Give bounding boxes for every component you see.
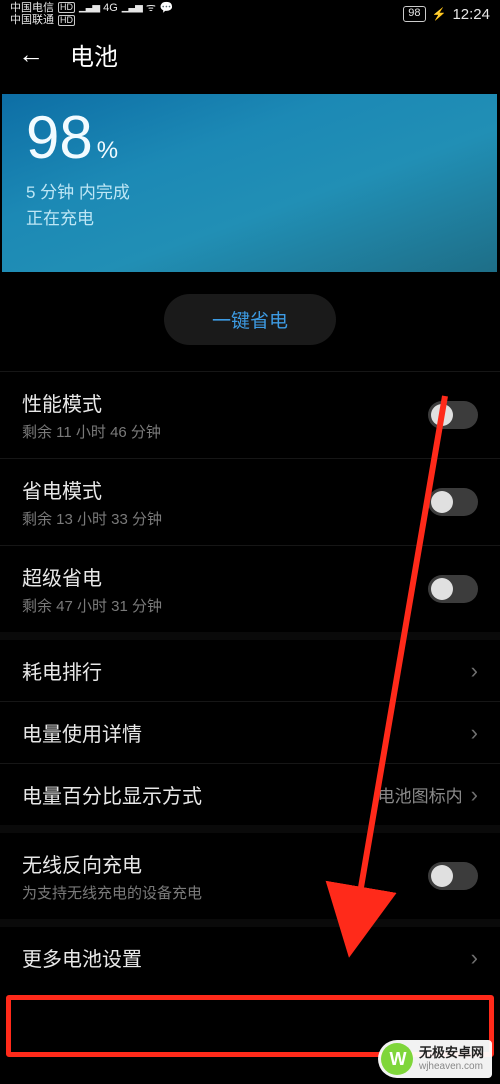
performance-mode-toggle[interactable] [428,401,478,429]
carrier-2: 中国联通 [10,14,54,26]
status-bar: 中国电信 HD ▁▃▅ 4G ▁▃▅ ᯤ 💬 中国联通 HD 98 ⚡ 12:2… [0,0,500,26]
usage-detail-label: 电量使用详情 [22,718,142,747]
hd-badge-2: HD [58,15,75,26]
watermark-brand: 无极安卓网 [419,1046,484,1060]
watermark-logo-icon: W [381,1043,413,1075]
row-saver-mode[interactable]: 省电模式 剩余 13 小时 33 分钟 [0,458,500,545]
row-percent-display[interactable]: 电量百分比显示方式 电池图标内 › [0,763,500,825]
status-right: 98 ⚡ 12:24 [403,6,490,23]
wifi-icon: ᯤ [146,2,156,14]
saver-mode-toggle[interactable] [428,488,478,516]
clock: 12:24 [452,6,490,23]
charging-icon: ⚡ [432,7,447,21]
onekey-powersave-button[interactable]: 一键省电 [164,294,336,345]
more-settings-label: 更多电池设置 [22,943,142,972]
saver-mode-label: 省电模式 [22,475,162,504]
signal-icon-2: ▁▃▅ [122,2,142,13]
chevron-right-icon: › [471,720,478,746]
battery-percent: 98 [408,7,420,20]
row-more-battery-settings[interactable]: 更多电池设置 › [0,919,500,988]
battery-summary-card: 98 % 5 分钟 内完成 正在充电 [2,94,497,272]
page-header: ← 电池 [0,26,500,82]
percent-display-value: 电池图标内 [378,782,463,807]
row-performance-mode[interactable]: 性能模式 剩余 11 小时 46 分钟 [0,371,500,458]
charge-status: 正在充电 [26,204,473,229]
carrier-1: 中国电信 [10,2,54,14]
row-wireless-reverse-charge[interactable]: 无线反向充电 为支持无线充电的设备充电 [0,825,500,919]
charge-eta: 5 分钟 内完成 [26,178,473,203]
ultra-saver-sub: 剩余 47 小时 31 分钟 [22,595,162,616]
battery-icon: 98 [403,6,425,21]
back-arrow-icon[interactable]: ← [18,41,44,67]
ultra-saver-label: 超级省电 [22,562,162,591]
ultra-saver-toggle[interactable] [428,575,478,603]
watermark: W 无极安卓网 wjheaven.com [378,1040,492,1078]
wireless-reverse-label: 无线反向充电 [22,849,202,878]
chevron-right-icon: › [471,945,478,971]
net-4g: 4G [103,2,118,14]
usage-rank-label: 耗电排行 [22,656,102,685]
wireless-reverse-sub: 为支持无线充电的设备充电 [22,882,202,903]
status-left: 中国电信 HD ▁▃▅ 4G ▁▃▅ ᯤ 💬 中国联通 HD [10,2,174,26]
watermark-domain: wjheaven.com [419,1061,484,1072]
performance-mode-label: 性能模式 [22,388,161,417]
percent-display-label: 电量百分比显示方式 [22,780,202,809]
signal-icon-1: ▁▃▅ [79,2,99,13]
percent-sign: % [97,137,118,165]
saver-mode-sub: 剩余 13 小时 33 分钟 [22,508,162,529]
chat-icon: 💬 [160,2,174,14]
wireless-reverse-toggle[interactable] [428,862,478,890]
hd-badge: HD [58,2,75,13]
chevron-right-icon: › [471,658,478,684]
row-usage-rank[interactable]: 耗电排行 › [0,632,500,701]
row-usage-detail[interactable]: 电量使用详情 › [0,701,500,763]
performance-mode-sub: 剩余 11 小时 46 分钟 [22,421,161,442]
row-ultra-saver-mode[interactable]: 超级省电 剩余 47 小时 31 分钟 [0,545,500,632]
battery-level-number: 98 [26,108,93,168]
chevron-right-icon: › [471,782,478,808]
onekey-container: 一键省电 [0,272,500,371]
page-title: 电池 [70,37,118,72]
